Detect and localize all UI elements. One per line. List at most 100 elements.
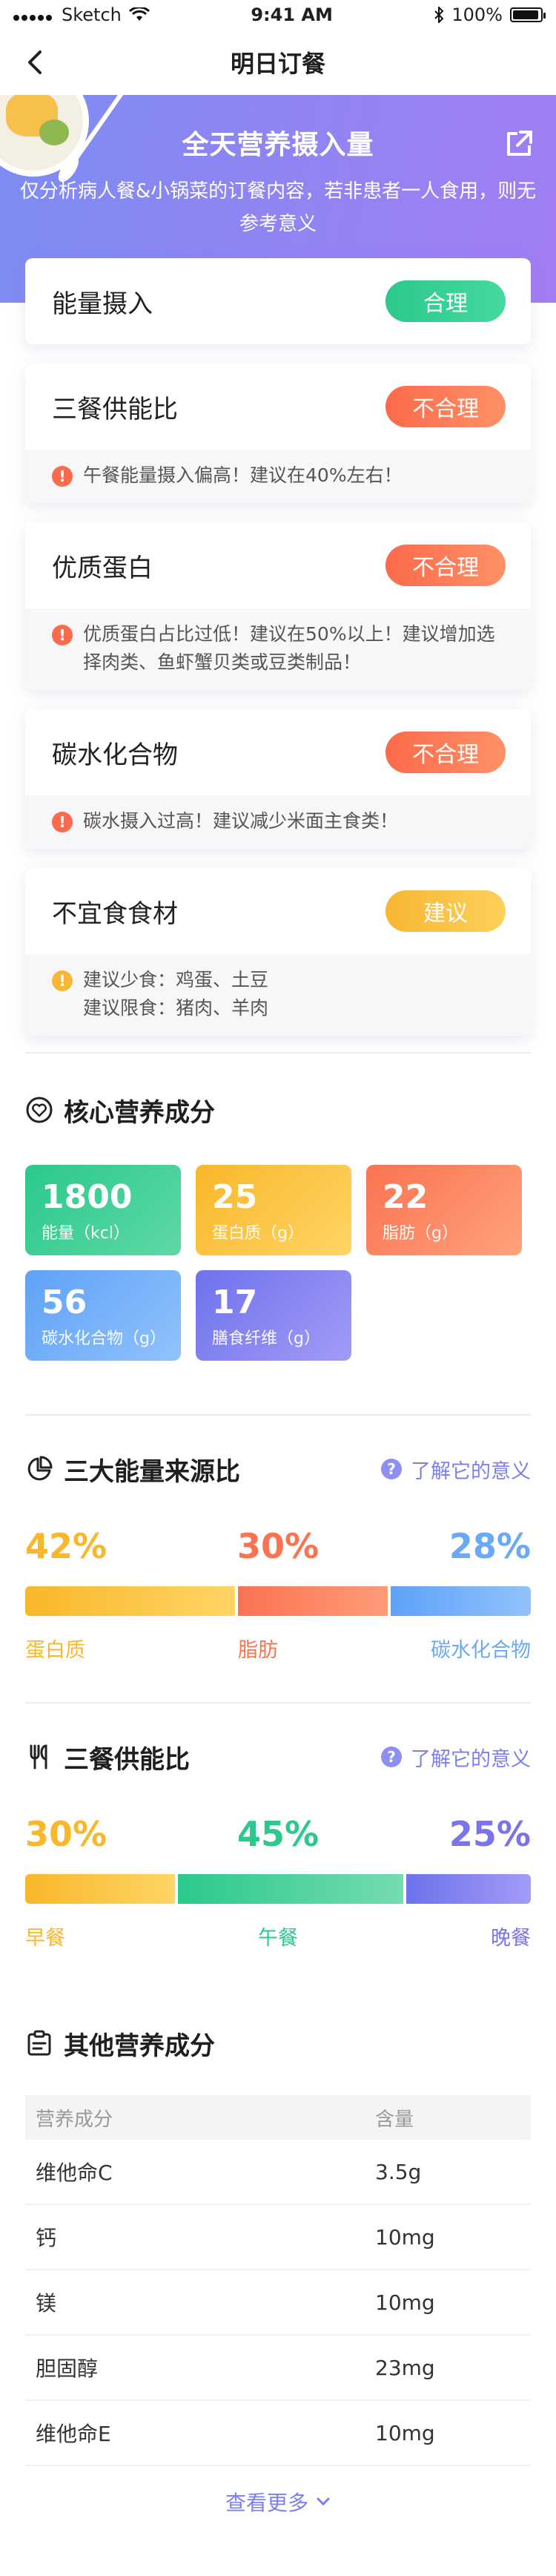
eval-note: ! 午餐能量摄入偏高！建议在40%左右！	[25, 450, 531, 503]
ratio-label: 蛋白质	[25, 1639, 85, 1662]
section-title: 核心营养成分	[64, 1097, 215, 1128]
tile-value: 22	[383, 1178, 428, 1216]
share-icon[interactable]	[503, 128, 535, 160]
question-icon: ?	[381, 1747, 402, 1767]
nutrition-table: 营养成分 含量 维他命C 3.5g 钙 10mg 镁 10mg 胆固醇 23mg…	[25, 2095, 531, 2466]
page-title: 明日订餐	[230, 50, 325, 78]
clipboard-icon	[27, 2030, 51, 2056]
column-header: 含量	[375, 2108, 414, 2131]
battery-icon	[510, 7, 546, 22]
energy-source-section: 三大能量来源比 ? 了解它的意义 42% 30% 28% 蛋白质 脂肪 碳水化合…	[25, 1447, 531, 1663]
ratio-percent: 30%	[236, 1526, 320, 1566]
status-badge[interactable]: 合理	[385, 280, 506, 322]
tile-label: 蛋白质（g）	[212, 1224, 304, 1243]
ratio-segment-breakfast	[25, 1874, 176, 1904]
nutrient-name: 钙	[36, 2226, 57, 2250]
heart-icon	[26, 1097, 53, 1123]
eval-note-text: 午餐能量摄入偏高！建议在40%左右！	[83, 464, 403, 486]
nutrient-amount: 23mg	[375, 2355, 435, 2380]
status-badge[interactable]: 不合理	[385, 545, 506, 586]
learn-meaning-link[interactable]: ? 了解它的意义	[381, 1743, 531, 1772]
nutrition-tile-fat: 22 脂肪（g）	[366, 1165, 522, 1255]
eval-note-line: 建议少食：鸡蛋、土豆	[83, 969, 269, 990]
tile-label: 碳水化合物（g）	[42, 1330, 166, 1348]
eval-note: ! 碳水摄入过高！建议减少米面主食类！	[25, 795, 531, 849]
nutrition-tile-protein: 25 蛋白质（g）	[196, 1165, 351, 1255]
nutrient-name: 维他命C	[36, 2161, 113, 2185]
learn-meaning-link[interactable]: ? 了解它的意义	[381, 1455, 531, 1484]
ratio-label: 晚餐	[491, 1927, 531, 1950]
eval-title: 优质蛋白	[52, 553, 153, 583]
tile-label: 脂肪（g）	[383, 1224, 458, 1243]
nutrition-tile-energy: 1800 能量（kcl）	[25, 1165, 181, 1255]
signal-icon	[13, 4, 54, 25]
status-bar: Sketch 9:41 AM 100%	[0, 0, 556, 30]
meal-ratio-section: 三餐供能比 ? 了解它的意义 30% 45% 25% 早餐 午餐 晚餐	[25, 1735, 531, 1951]
ratio-label: 碳水化合物	[431, 1639, 531, 1662]
nav-bar: 明日订餐	[0, 30, 556, 95]
section-title: 三餐供能比	[64, 1744, 190, 1775]
alert-icon: !	[52, 466, 73, 487]
other-nutrition-section: 其他营养成分 营养成分 含量 维他命C 3.5g 钙 10mg 镁 10mg 胆…	[25, 2021, 531, 2517]
utensils-icon	[30, 1744, 47, 1770]
eval-card-energy: 能量摄入 合理	[25, 258, 531, 344]
hero-title: 全天营养摄入量	[182, 130, 374, 160]
nutrition-tile-carbs: 56 碳水化合物（g）	[25, 1270, 181, 1361]
nutrition-tile-fiber: 17 膳食纤维（g）	[196, 1270, 351, 1361]
nutrient-name: 维他命E	[36, 2422, 111, 2446]
ratio-percent: 25%	[449, 1814, 531, 1854]
ratio-percent: 45%	[236, 1814, 320, 1854]
tile-label: 膳食纤维（g）	[212, 1330, 320, 1348]
section-divider	[25, 1702, 531, 1703]
view-more-button[interactable]: 查看更多	[25, 2487, 531, 2517]
ratio-label: 午餐	[258, 1927, 298, 1950]
carrier-label: Sketch	[62, 4, 122, 25]
status-badge[interactable]: 建议	[385, 890, 506, 932]
eval-note: ! 优质蛋白占比过低！建议在50%以上！建议增加选择肉类、鱼虾蟹贝类或豆类制品！	[25, 608, 531, 690]
eval-card-protein: 优质蛋白 不合理 ! 优质蛋白占比过低！建议在50%以上！建议增加选择肉类、鱼虾…	[25, 522, 531, 690]
ratio-percent: 30%	[25, 1814, 107, 1854]
ratio-bar	[25, 1874, 531, 1904]
chevron-down-icon	[317, 2497, 330, 2506]
ratio-segment-carbs	[388, 1586, 531, 1616]
eval-note: ! 建议少食：鸡蛋、土豆 建议限食：猪肉、羊肉	[25, 954, 531, 1036]
eval-card-meal-ratio: 三餐供能比 不合理 ! 午餐能量摄入偏高！建议在40%左右！	[25, 364, 531, 503]
nutrition-tiles: 1800 能量（kcl） 25 蛋白质（g） 22 脂肪（g） 56 碳水化合物…	[25, 1165, 531, 1361]
warning-icon: !	[52, 970, 73, 991]
nutrient-name: 胆固醇	[36, 2356, 99, 2381]
section-divider	[25, 1414, 531, 1416]
ratio-percent: 28%	[449, 1526, 531, 1566]
section-title: 三大能量来源比	[64, 1456, 240, 1487]
eval-title: 三餐供能比	[52, 394, 178, 424]
back-arrow-icon[interactable]	[21, 46, 50, 79]
eval-card-carbs: 碳水化合物 不合理 ! 碳水摄入过高！建议减少米面主食类！	[25, 709, 531, 849]
ratio-label: 早餐	[25, 1927, 65, 1950]
eval-title: 不宜食食材	[52, 898, 178, 929]
table-row: 维他命C 3.5g	[25, 2140, 531, 2205]
battery-percent: 100%	[451, 4, 503, 25]
status-badge[interactable]: 不合理	[385, 732, 506, 773]
tile-value: 17	[212, 1284, 258, 1321]
evaluation-cards: 能量摄入 合理 三餐供能比 不合理 ! 午餐能量摄入偏高！建议在40%左右！ 优…	[25, 258, 531, 1055]
ratio-percent: 42%	[25, 1526, 107, 1566]
nutrient-name: 镁	[36, 2291, 57, 2316]
nutrient-amount: 10mg	[375, 2290, 435, 2315]
status-badge[interactable]: 不合理	[385, 386, 506, 427]
table-header-row: 营养成分 含量	[25, 2095, 531, 2140]
wifi-icon	[128, 7, 150, 21]
table-row: 维他命E 10mg	[25, 2401, 531, 2466]
nutrient-amount: 3.5g	[375, 2159, 422, 2184]
section-title: 其他营养成分	[64, 2031, 215, 2061]
ratio-bar	[25, 1586, 531, 1616]
eval-note-text: 碳水摄入过高！建议减少米面主食类！	[83, 810, 399, 832]
ratio-segment-fat	[235, 1586, 388, 1616]
page: Sketch 9:41 AM 100% 明日订餐 全天营养摄入量 仅分析病人餐&…	[0, 0, 556, 2576]
nutrient-amount: 10mg	[375, 2224, 435, 2250]
eval-title: 能量摄入	[52, 289, 153, 319]
eval-card-avoid-foods: 不宜食食材 建议 ! 建议少食：鸡蛋、土豆 建议限食：猪肉、羊肉	[25, 868, 531, 1036]
ratio-label: 脂肪	[238, 1639, 278, 1662]
eval-note-text: 优质蛋白占比过低！建议在50%以上！建议增加选择肉类、鱼虾蟹贝类或豆类制品！	[83, 623, 495, 673]
table-row: 镁 10mg	[25, 2270, 531, 2336]
tile-value: 1800	[42, 1178, 133, 1216]
column-header: 营养成分	[36, 2108, 113, 2131]
